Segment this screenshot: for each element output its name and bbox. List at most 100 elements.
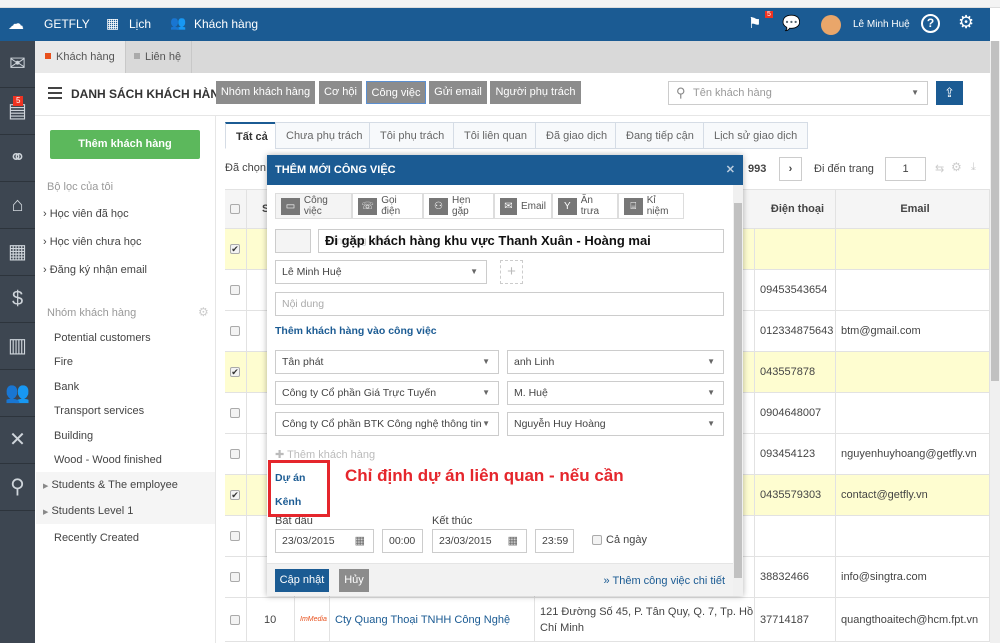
table-row[interactable]: 10 ImMedia Cty Quang Thoại TNHH Công Nghệ 1… — [225, 598, 990, 642]
color-picker[interactable] — [275, 229, 311, 253]
row-checkbox[interactable] — [230, 449, 240, 459]
contact-select[interactable]: anh Linh ▼ — [507, 350, 724, 374]
end-time-input[interactable]: 23:59 — [535, 529, 574, 553]
group-item-expandable[interactable]: ▶ Students Level 1 — [43, 505, 133, 517]
close-icon[interactable]: ✕ — [726, 155, 735, 185]
row-checkbox[interactable] — [230, 326, 240, 336]
type-email[interactable]: ✉ Email — [494, 193, 552, 219]
group-item[interactable]: Recently Created — [54, 532, 139, 544]
tab-approaching[interactable]: Đang tiếp cận — [615, 122, 705, 149]
tab-transacted[interactable]: Đã giao dịch — [535, 122, 619, 149]
modal-scrollbar[interactable] — [733, 185, 743, 596]
help-icon[interactable]: ? — [921, 14, 940, 33]
group-item[interactable]: Building — [54, 430, 93, 442]
row-checkbox[interactable] — [230, 572, 240, 582]
all-day-checkbox[interactable]: Cả ngày — [592, 534, 647, 546]
customer-select[interactable]: Công ty Cổ phần BTK Công nghệ thông tin ▼ — [275, 412, 499, 436]
upload-button[interactable]: ⇪ — [936, 81, 963, 105]
presentation-icon[interactable]: ⌂ — [0, 182, 35, 229]
start-time-input[interactable]: 00:00 — [382, 529, 423, 553]
group-item[interactable]: Potential customers — [54, 332, 151, 344]
task-button[interactable]: Công việc — [366, 81, 426, 104]
page-input[interactable]: 1 — [885, 157, 926, 181]
start-date-input[interactable]: 23/03/2015 ▦ — [275, 529, 374, 553]
library-icon[interactable]: ▥ — [0, 323, 35, 370]
row-checkbox[interactable] — [230, 408, 240, 418]
tab-all[interactable]: Tất cả — [225, 122, 279, 149]
add-assignee-button[interactable]: + — [500, 260, 523, 284]
filter-item[interactable]: › Đăng ký nhận email — [43, 264, 147, 276]
row-checkbox[interactable]: ✔ — [230, 244, 240, 254]
customer-search-input[interactable]: ⚲ Tên khách hàng ▼ — [668, 81, 928, 105]
settings-icon[interactable]: ⚙ — [951, 160, 962, 174]
add-customer-button[interactable]: Thêm khách hàng — [50, 130, 200, 159]
tab-contacts[interactable]: Liên hệ — [124, 41, 193, 73]
logo[interactable]: GETFLY — [44, 17, 90, 31]
search-icon[interactable]: ⚲ — [0, 464, 35, 511]
row-checkbox[interactable]: ✔ — [230, 367, 240, 377]
assignee-select[interactable]: Lê Minh Huệ ▼ — [275, 260, 487, 284]
chat-icon[interactable]: 💬 — [782, 14, 801, 32]
row-checkbox[interactable] — [230, 614, 240, 625]
row-checkbox[interactable]: ✔ — [230, 490, 240, 500]
modal-title: THÊM MỚI CÔNG VIỆC — [275, 164, 396, 176]
filter-item[interactable]: › Học viên đã học — [43, 208, 129, 220]
type-lunch[interactable]: Y Ăn trưa — [552, 193, 618, 219]
opportunity-button[interactable]: Cơ hội — [319, 81, 362, 104]
sales-bag-icon[interactable]: $ — [0, 276, 35, 323]
users-icon[interactable]: 👥 — [0, 370, 35, 417]
group-item-expandable[interactable]: ▶ Students & The employee — [43, 479, 178, 491]
nav-customers[interactable]: Khách hàng — [194, 17, 258, 31]
groups-settings-icon[interactable]: ⚙ — [198, 305, 209, 319]
tasks-icon[interactable]: ▤ 5 — [0, 88, 35, 135]
task-name-input[interactable]: Tên công việc Đi gặp khách hàng khu vực T… — [318, 229, 724, 253]
tab-history[interactable]: Lịch sử giao dịch — [703, 122, 809, 149]
row-checkbox[interactable] — [230, 285, 240, 295]
type-anniversary[interactable]: ⌸ Kỉ niệm — [618, 193, 684, 219]
group-item[interactable]: Bank — [54, 381, 79, 393]
assignee-button[interactable]: Người phụ trách — [490, 81, 581, 104]
filter-item[interactable]: › Học viên chưa học — [43, 236, 141, 248]
send-email-button[interactable]: Gửi email — [429, 81, 487, 104]
type-task[interactable]: ▭ Công việc — [275, 193, 352, 219]
gear-icon[interactable]: ⚙ — [958, 12, 974, 33]
end-date-input[interactable]: 23/03/2015 ▦ — [432, 529, 527, 553]
workflow-icon[interactable]: ✕ — [0, 417, 35, 464]
tab-mine[interactable]: Tôi phụ trách — [369, 122, 456, 149]
swap-icon[interactable]: ⇆ — [935, 162, 944, 175]
flag-icon[interactable]: ⚑ — [748, 14, 761, 32]
user-name[interactable]: Lê Minh Huệ — [853, 19, 910, 30]
page-scrollbar[interactable] — [990, 41, 1000, 643]
news-icon[interactable]: ▦ — [0, 229, 35, 276]
contact-select[interactable]: Nguyễn Huy Hoàng ▼ — [507, 412, 724, 436]
next-page-button[interactable]: › — [779, 157, 802, 181]
content-input[interactable]: Nội dung — [275, 292, 724, 316]
mail-icon[interactable]: ✉ — [0, 41, 35, 88]
type-call[interactable]: ☏ Gọi điện — [352, 193, 423, 219]
group-item[interactable]: Transport services — [54, 405, 144, 417]
type-meeting[interactable]: ⚇ Hẹn gặp — [423, 193, 494, 219]
checkbox[interactable] — [592, 535, 602, 545]
row-checkbox[interactable] — [230, 531, 240, 541]
customer-group-button[interactable]: Nhóm khách hàng — [216, 81, 315, 104]
scrollbar-thumb[interactable] — [991, 41, 999, 381]
cancel-button[interactable]: Hủy — [339, 569, 369, 592]
group-item[interactable]: Wood - Wood finished — [54, 454, 162, 466]
download-icon[interactable]: ⤓ — [971, 161, 976, 174]
tab-related[interactable]: Tôi liên quan — [453, 122, 538, 149]
customer-select[interactable]: Tân phát ▼ — [275, 350, 499, 374]
avatar[interactable] — [821, 15, 841, 35]
menu-icon[interactable] — [48, 87, 62, 99]
customer-select[interactable]: Công ty Cổ phần Giá Trực Tuyến ▼ — [275, 381, 499, 405]
nav-calendar[interactable]: Lịch — [129, 17, 151, 31]
scrollbar-thumb[interactable] — [734, 203, 742, 578]
group-item[interactable]: Fire — [54, 356, 73, 368]
network-icon[interactable]: ⚭ — [0, 135, 35, 182]
tab-unassigned[interactable]: Chưa phụ trách — [275, 122, 374, 149]
task-detail-link[interactable]: » Thêm công việc chi tiết — [604, 575, 725, 587]
select-all-checkbox[interactable] — [230, 204, 240, 214]
save-button[interactable]: Cập nhật — [275, 569, 329, 592]
tab-customers[interactable]: Khách hàng — [35, 41, 126, 73]
customer-name-link[interactable]: Cty Quang Thoại TNHH Công Nghệ — [330, 598, 535, 641]
contact-select[interactable]: M. Huệ ▼ — [507, 381, 724, 405]
